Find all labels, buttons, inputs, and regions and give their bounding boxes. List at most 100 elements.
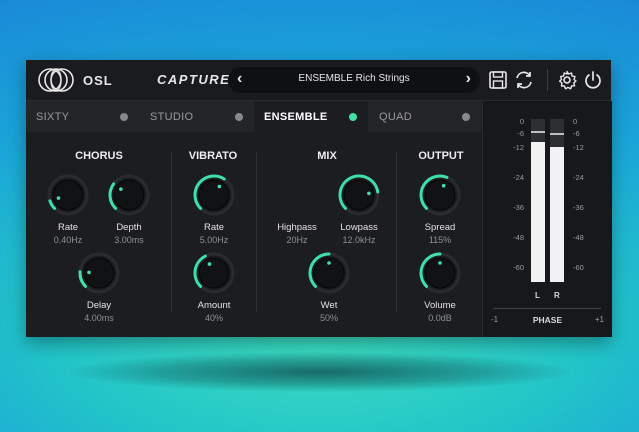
chorus-rate-knob[interactable] (45, 172, 91, 218)
meter-scale-tick: 0 (519, 117, 524, 126)
tab-label: ENSEMBLE (264, 111, 328, 123)
tab-label: STUDIO (150, 111, 194, 123)
phase-title: PHASE (532, 315, 563, 325)
tab-label: SIXTY (36, 111, 70, 123)
meter-left (531, 119, 545, 282)
chorus-depth-knob[interactable] (106, 172, 152, 218)
knob-value: 3.00ms (114, 235, 144, 245)
wet-knob[interactable] (306, 250, 352, 296)
knob-label: Spread (424, 222, 456, 233)
knob-label: Delay (86, 300, 112, 311)
meter-scale-tick: -48 (573, 233, 584, 242)
chorus-rate-control: Rate 0.40Hz (38, 172, 98, 245)
knob-value: 50% (319, 313, 338, 323)
preset-browser: ‹ ENSEMBLE Rich Strings › (228, 67, 480, 93)
vibrato-rate-control: Rate 5.00Hz (184, 172, 244, 245)
preset-name[interactable]: ENSEMBLE Rich Strings (228, 73, 480, 84)
plugin-window: OSL CAPTURE ‹ ENSEMBLE Rich Strings › SI… (26, 60, 612, 337)
output-meters: 0 -6 -12 -24 -36 -48 -60 0 -6 -12 -24 -36 -48 -60 L … (482, 101, 612, 337)
tab-quad[interactable]: QUAD (369, 101, 481, 132)
vibrato-rate-knob[interactable] (191, 172, 237, 218)
highpass-control: Highpass 20Hz (267, 172, 327, 245)
header-divider (547, 69, 548, 91)
header-bar: OSL CAPTURE ‹ ENSEMBLE Rich Strings › (26, 60, 611, 101)
knob-label: Lowpass (340, 222, 378, 233)
knob-label: Wet (320, 300, 338, 311)
volume-knob[interactable] (417, 250, 463, 296)
meter-scale-tick: -6 (517, 129, 524, 138)
sync-icon[interactable] (513, 69, 535, 91)
output-title: OUTPUT (418, 150, 464, 162)
preset-next-button[interactable]: › (466, 70, 471, 88)
plugin-shadow (70, 352, 570, 392)
chorus-delay-knob[interactable] (76, 250, 122, 296)
meter-right-level (550, 146, 564, 282)
meter-right-label: R (554, 291, 560, 300)
meter-scale-tick: 0 (573, 117, 578, 126)
section-divider (396, 152, 397, 312)
phase-meter (493, 308, 601, 309)
meter-scale-tick: -60 (513, 263, 524, 272)
meter-scale-tick: -24 (573, 173, 584, 182)
meter-scale-tick: -60 (573, 263, 584, 272)
meter-scale-tick: -12 (513, 143, 524, 152)
tab-label: QUAD (379, 111, 412, 123)
chorus-depth-control: Depth 3.00ms (99, 172, 159, 245)
vibrato-amount-knob[interactable] (191, 250, 237, 296)
meter-right (550, 119, 564, 282)
meter-left-label: L (535, 291, 540, 300)
volume-control: Volume 0.0dB (410, 250, 470, 323)
brand-name: OSL (83, 73, 113, 88)
knob-label: Highpass (277, 222, 317, 233)
vibrato-amount-control: Amount 40% (184, 250, 244, 323)
meter-scale-tick: -48 (513, 233, 524, 242)
meter-scale-tick: -24 (513, 173, 524, 182)
chorus-title: CHORUS (75, 150, 123, 162)
mix-title: MIX (317, 150, 337, 162)
lowpass-knob[interactable] (336, 172, 382, 218)
meter-scale-tick: -12 (573, 143, 584, 152)
knob-label: Amount (197, 300, 231, 311)
tab-sixty[interactable]: SIXTY (26, 101, 139, 132)
wet-control: Wet 50% (299, 250, 359, 323)
knob-value: 40% (204, 313, 223, 323)
gear-icon[interactable] (556, 69, 578, 91)
spread-knob[interactable] (417, 172, 463, 218)
section-divider (171, 152, 172, 312)
tab-indicator (235, 113, 243, 121)
spread-control: Spread 115% (410, 172, 470, 245)
tab-indicator (120, 113, 128, 121)
power-icon[interactable] (582, 69, 604, 91)
meter-left-level (531, 141, 545, 282)
meter-scale-tick: -36 (573, 203, 584, 212)
knob-value: 5.00Hz (199, 235, 229, 245)
vibrato-title: VIBRATO (188, 150, 238, 162)
peak-hold-left (531, 131, 545, 133)
mode-tabs: SIXTY STUDIO ENSEMBLE QUAD (26, 101, 481, 132)
knob-value: 115% (428, 235, 452, 245)
ensemble-panel: CHORUS VIBRATO MIX OUTPUT Rate 0.40Hz De… (26, 132, 481, 337)
knob-label: Depth (116, 222, 142, 233)
knob-value: 20Hz (286, 235, 308, 245)
lowpass-control: Lowpass 12.0kHz (329, 172, 389, 245)
save-icon[interactable] (487, 69, 509, 91)
knob-value: 12.0kHz (342, 235, 376, 245)
meter-scale-tick: -6 (573, 129, 580, 138)
osl-logo-icon (38, 68, 74, 92)
knob-value: 0.40Hz (53, 235, 83, 245)
knob-value: 0.0dB (428, 313, 452, 323)
knob-label: Volume (424, 300, 456, 311)
tab-studio[interactable]: STUDIO (140, 101, 254, 132)
meter-scale-tick: -36 (513, 203, 524, 212)
tab-ensemble[interactable]: ENSEMBLE (254, 101, 368, 132)
section-divider (256, 152, 257, 312)
product-logo: CAPTURE (157, 72, 231, 87)
chorus-delay-control: Delay 4.00ms (69, 250, 129, 323)
peak-hold-right (550, 133, 564, 135)
tab-indicator (462, 113, 470, 121)
knob-value: 4.00ms (84, 313, 114, 323)
phase-max-label: +1 (594, 315, 604, 324)
knob-label: Rate (57, 222, 79, 233)
knob-label: Rate (203, 222, 225, 233)
tab-indicator (349, 113, 357, 121)
